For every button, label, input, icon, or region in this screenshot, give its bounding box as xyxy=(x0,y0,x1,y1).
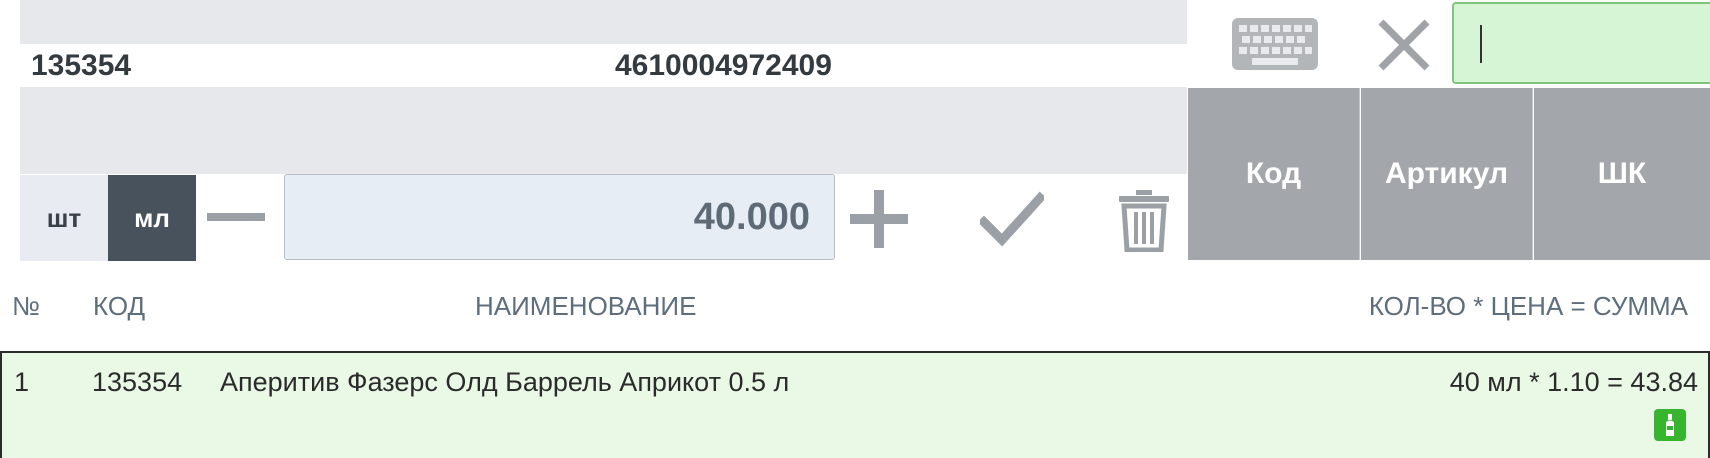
decrease-quantity-button[interactable] xyxy=(206,205,266,229)
clear-button[interactable] xyxy=(1376,18,1432,72)
product-barcode: 4610004972409 xyxy=(615,49,832,82)
trash-icon xyxy=(1119,190,1169,252)
confirm-button[interactable] xyxy=(980,190,1044,250)
product-info-top-band xyxy=(20,0,1187,44)
quantity-input[interactable]: 40.000 xyxy=(284,174,835,260)
increase-quantity-button[interactable] xyxy=(848,188,910,250)
column-header-qty-price-sum: КОЛ-ВО * ЦЕНА = СУММА xyxy=(1368,291,1688,321)
unit-milliliters-button[interactable]: мл xyxy=(108,175,196,261)
row-number: 1 xyxy=(14,367,30,397)
column-header-name: НАИМЕНОВАНИЕ xyxy=(475,291,697,321)
column-header-code: КОД xyxy=(93,291,146,321)
minus-icon xyxy=(207,213,265,221)
search-input[interactable] xyxy=(1452,2,1710,84)
text-cursor xyxy=(1480,25,1482,63)
column-header-number: № xyxy=(12,291,40,321)
plus-icon xyxy=(850,190,908,248)
search-by-article-button[interactable]: Артикул xyxy=(1361,88,1533,260)
product-code: 135354 xyxy=(31,49,132,82)
search-by-code-button[interactable]: Код xyxy=(1188,88,1360,260)
product-info-bottom-band xyxy=(20,87,1187,174)
bottle-icon xyxy=(1666,414,1674,436)
row-name: Аперитив Фазерс Олд Баррель Априкот 0.5 … xyxy=(220,367,790,397)
row-code: 135354 xyxy=(92,367,183,397)
row-qty-price-sum: 40 мл * 1.10 = 43.84 xyxy=(1449,367,1698,397)
unit-pieces-button[interactable]: шт xyxy=(20,175,108,261)
row-badge xyxy=(1654,409,1686,441)
keyboard-icon xyxy=(1232,18,1318,70)
close-icon xyxy=(1378,19,1430,71)
check-icon xyxy=(980,191,1044,247)
delete-button[interactable] xyxy=(1116,188,1172,252)
keyboard-button[interactable] xyxy=(1230,16,1320,72)
search-by-barcode-button[interactable]: ШК xyxy=(1534,88,1710,260)
product-info-row xyxy=(20,44,1187,87)
